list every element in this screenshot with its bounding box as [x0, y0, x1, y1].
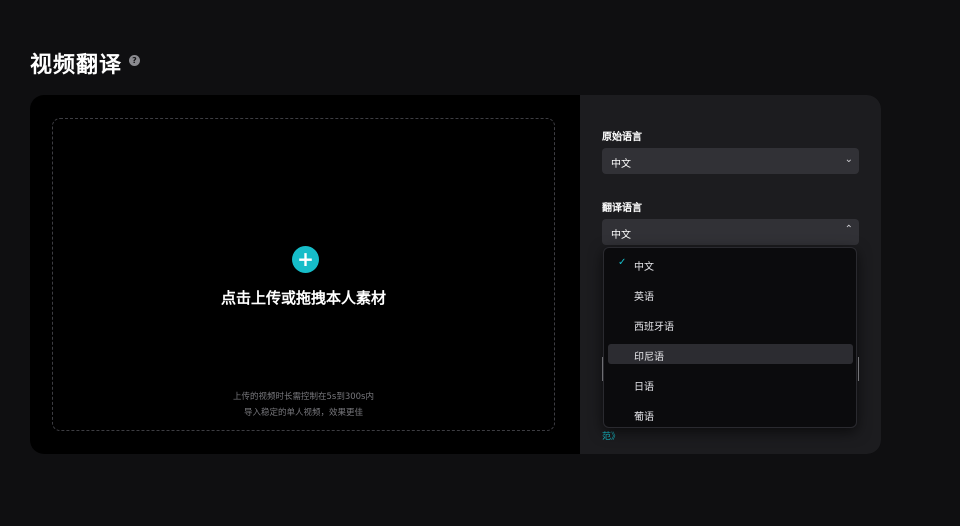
upload-hint-tip: 导入稳定的单人视频，效果更佳 [243, 408, 363, 418]
language-option-japanese[interactable]: 日语 [608, 374, 853, 394]
language-option-spanish[interactable]: 西班牙语 [608, 314, 853, 334]
chevron-down-icon: ⌄ [844, 154, 853, 165]
guide-link[interactable]: 范》 [602, 429, 620, 442]
help-icon[interactable]: ? [129, 55, 140, 66]
target-language-label: 翻译语言 [602, 203, 642, 214]
target-language-value: 中文 [611, 230, 631, 241]
source-language-label: 原始语言 [602, 132, 642, 143]
language-option-portuguese[interactable]: 葡语 [608, 404, 853, 424]
language-option-indonesian[interactable]: 印尼语 [608, 344, 853, 364]
page-title: 视频翻译 [30, 53, 123, 78]
upload-hint-duration: 上传的视频时长需控制在5s到300s内 [233, 392, 374, 402]
chevron-up-icon: ⌃ [844, 224, 853, 235]
language-option-chinese[interactable]: ✓ 中文 [608, 254, 853, 274]
source-language-value: 中文 [611, 159, 631, 170]
language-option-english[interactable]: 英语 [608, 284, 853, 304]
upload-dropzone[interactable]: + 点击上传或拖拽本人素材 上传的视频时长需控制在5s到300s内 导入稳定的单… [52, 118, 555, 431]
target-language-select[interactable]: 中文 ⌃ [602, 219, 859, 245]
plus-icon[interactable]: + [292, 246, 319, 273]
upload-label: 点击上传或拖拽本人素材 [220, 289, 386, 307]
target-language-dropdown: ✓ 中文 英语 西班牙语 印尼语 日语 葡语 [603, 247, 857, 428]
obscured-field-right-edge [858, 357, 859, 381]
source-language-select[interactable]: 中文 ⌄ [602, 148, 859, 174]
check-icon: ✓ [618, 257, 627, 268]
